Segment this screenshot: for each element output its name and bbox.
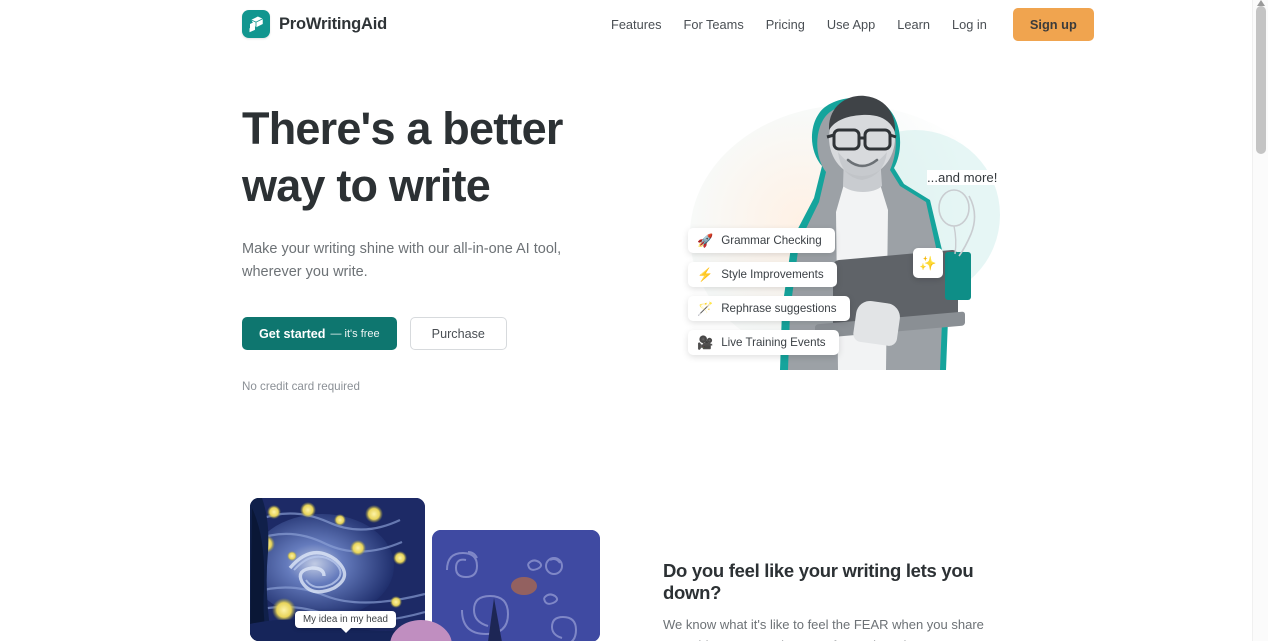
starry-night-image: My idea in my head	[250, 498, 425, 641]
feature-card-label: Live Training Events	[721, 336, 826, 349]
artwork-comparison: My idea in my head	[250, 498, 600, 641]
and-more-annotation: ...and more!	[927, 170, 998, 185]
feature-card-grammar-checking[interactable]: 🚀 Grammar Checking	[688, 228, 835, 253]
rocket-icon: 🚀	[697, 233, 714, 248]
feature-card-label: Grammar Checking	[721, 234, 822, 247]
feature-card-style-improvements[interactable]: ⚡ Style Improvements	[688, 262, 837, 287]
nav-link-features[interactable]: Features	[600, 11, 673, 38]
feature-card-live-training-events[interactable]: 🎥 Live Training Events	[688, 330, 839, 355]
balloon-icon	[938, 189, 976, 257]
sparkle-icon: ✨	[919, 254, 937, 271]
hero-title: There's a better way to write	[242, 100, 642, 214]
magic-wand-icon: 🪄	[697, 301, 714, 316]
feature-card-label: Style Improvements	[721, 268, 824, 281]
nav-link-pricing[interactable]: Pricing	[755, 11, 816, 38]
feature-card-label: Rephrase suggestions	[721, 302, 837, 315]
hero-title-line-2: way to write	[242, 160, 491, 211]
sign-up-button[interactable]: Sign up	[1012, 7, 1094, 41]
lower-section-body: We know what it's like to feel the FEAR …	[663, 617, 1002, 641]
nav-link-for-teams[interactable]: For Teams	[673, 11, 755, 38]
page-root: ProWritingAid Features For Teams Pricing…	[0, 0, 1268, 641]
main-navigation: Features For Teams Pricing Use App Learn…	[600, 0, 1094, 48]
brand-name: ProWritingAid	[279, 14, 388, 33]
lower-section: My idea in my head Do you feel like your…	[0, 470, 1252, 641]
lower-copy: Do you feel like your writing lets you d…	[663, 560, 1023, 641]
simplified-drawing-image	[432, 530, 600, 641]
nav-link-learn[interactable]: Learn	[886, 11, 941, 38]
hero-cta-row: Get started — it's free Purchase	[242, 317, 642, 350]
image-caption-label: My idea in my head	[295, 611, 396, 633]
scrollbar-thumb[interactable]	[1256, 6, 1266, 154]
purchase-button[interactable]: Purchase	[409, 317, 507, 350]
hero-copy: There's a better way to write Make your …	[242, 100, 642, 393]
hero-title-line-1: There's a better	[242, 103, 563, 154]
page-scrollbar[interactable]	[1252, 0, 1268, 641]
book-logo-icon	[242, 10, 270, 38]
hero-illustration: ✨ 🚀 Grammar Checking ⚡ Style Improvement…	[655, 70, 1055, 390]
get-started-button[interactable]: Get started — it's free	[242, 317, 397, 350]
get-started-free-note: — it's free	[330, 327, 380, 340]
no-credit-card-note: No credit card required	[242, 380, 360, 393]
lightning-icon: ⚡	[697, 267, 714, 282]
simplified-painting	[432, 530, 600, 641]
hero-subtitle: Make your writing shine with our all-in-…	[242, 241, 562, 280]
feature-card-list: 🚀 Grammar Checking ⚡ Style Improvements …	[688, 228, 850, 355]
get-started-label: Get started	[259, 326, 326, 341]
feature-card-rephrase-suggestions[interactable]: 🪄 Rephrase suggestions	[688, 296, 850, 321]
hero-section: There's a better way to write Make your …	[0, 0, 1252, 470]
hand-shape	[852, 299, 902, 347]
nav-link-log-in[interactable]: Log in	[941, 11, 998, 38]
video-camera-icon: 🎥	[697, 335, 714, 350]
nav-link-use-app[interactable]: Use App	[816, 11, 886, 38]
brand-logo[interactable]: ProWritingAid	[242, 10, 387, 38]
site-header: ProWritingAid Features For Teams Pricing…	[0, 0, 1252, 48]
lower-section-title: Do you feel like your writing lets you d…	[663, 560, 974, 603]
teal-accent-shape	[945, 252, 971, 300]
